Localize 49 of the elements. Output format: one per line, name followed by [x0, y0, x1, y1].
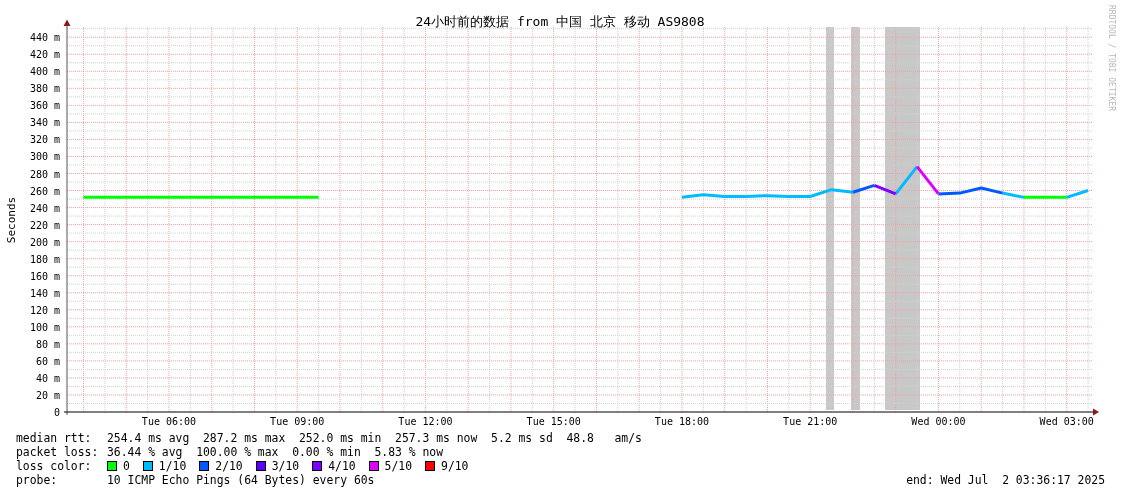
legend-label: loss color:	[16, 459, 93, 473]
tick-label: 200 m	[29, 236, 60, 248]
legend-item-label: 4/10	[328, 459, 356, 473]
tick-label: 180 m	[29, 253, 60, 265]
tick-label: 60 m	[35, 355, 60, 367]
tick-label: 320 m	[29, 134, 60, 146]
tick-label: 400 m	[29, 66, 60, 78]
stat-value: 36.44 % avg 100.00 % max 0.00 % min 5.83 % now	[107, 445, 444, 459]
tick-label: 260 m	[29, 185, 60, 197]
legend-item-label: 1/10	[158, 459, 187, 473]
tick-label: Tue 09:00	[270, 416, 325, 427]
tick-label: 140 m	[29, 287, 60, 299]
probe-label: probe:	[16, 473, 59, 487]
tick-label: 0	[53, 407, 60, 418]
credit-text: RRDTOOL / TOBI OETIKER	[1107, 5, 1116, 111]
axis-label: Seconds	[5, 196, 18, 244]
legend-item-label: 0	[123, 459, 130, 473]
tick-label: 20 m	[35, 389, 60, 401]
stat-label: median rtt:	[16, 431, 93, 445]
tick-label: Tue 06:00	[141, 416, 197, 427]
stat-value: 254.4 ms avg 287.2 ms max 252.0 ms min 257.3 ms now 5.2 ms sd 48.8 am/s	[107, 431, 642, 445]
stat-label: packet loss:	[16, 445, 100, 459]
tick-label: 440 m	[29, 32, 60, 44]
tick-label: Tue 21:00	[783, 416, 838, 427]
legend-item-label: 9/10	[441, 459, 469, 473]
tick-label: 220 m	[29, 219, 60, 231]
tick-label: 300 m	[29, 151, 60, 163]
tick-label: Wed 00:00	[911, 416, 966, 427]
tick-label: Tue 15:00	[526, 416, 581, 427]
end-time: end: Wed Jul 2 03:36:17 2025	[906, 473, 1105, 487]
tick-label: 380 m	[29, 83, 60, 95]
tick-label: Tue 12:00	[398, 416, 453, 427]
tick-label: 160 m	[29, 270, 60, 282]
legend-item-label: 5/10	[384, 459, 413, 473]
legend-item-label: 2/10	[215, 459, 243, 473]
tick-label: Tue 18:00	[654, 416, 710, 427]
tick-label: 280 m	[29, 168, 60, 180]
tick-label: 100 m	[29, 321, 60, 333]
legend-item-label: 3/10	[271, 459, 300, 473]
tick-label: Wed 03:00	[1039, 416, 1094, 427]
tick-label: 420 m	[29, 49, 60, 61]
tick-label: 120 m	[29, 304, 60, 316]
tick-label: 40 m	[35, 372, 60, 384]
chart-title: 24小时前的数据 from 中国 北京 移动 AS9808	[415, 14, 705, 29]
tick-label: 360 m	[29, 100, 60, 112]
tick-label: 80 m	[35, 338, 60, 350]
probe-value: 10 ICMP Echo Pings (64 Bytes) every 60s	[107, 473, 375, 487]
tick-label: 340 m	[29, 117, 60, 129]
tick-label: 240 m	[29, 202, 60, 214]
